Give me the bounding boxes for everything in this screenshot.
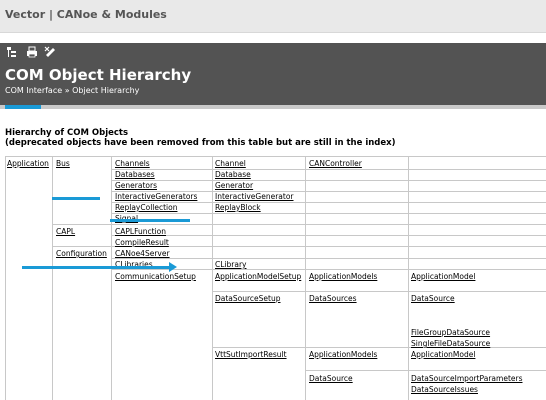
app-title: Vector | CANoe & Modules (5, 8, 167, 21)
table-row-divider (111, 258, 546, 259)
section-note: (deprecated objects have been removed fr… (5, 138, 396, 148)
link-application-model-setup[interactable]: ApplicationModelSetup (215, 272, 301, 281)
table-col-divider (305, 156, 306, 400)
link-channels[interactable]: Channels (115, 159, 150, 168)
link-application-model-2[interactable]: ApplicationModel (411, 350, 475, 359)
table-col-divider (52, 156, 53, 400)
table-row-divider (111, 180, 546, 181)
link-configuration[interactable]: Configuration (56, 249, 107, 258)
print-icon[interactable] (26, 46, 38, 58)
header-accent (5, 105, 41, 109)
link-application-models[interactable]: ApplicationModels (309, 272, 377, 281)
table-border-top (5, 156, 546, 157)
link-communication-setup[interactable]: CommunicationSetup (115, 272, 196, 281)
section-heading: Hierarchy of COM Objects (5, 128, 129, 138)
breadcrumb[interactable]: COM Interface » Object Hierarchy (5, 86, 139, 95)
link-compile-result[interactable]: CompileResult (115, 238, 169, 247)
page-title: COM Object Hierarchy (5, 66, 192, 84)
link-application-model[interactable]: ApplicationModel (411, 272, 475, 281)
table-row-divider (212, 347, 546, 348)
link-interactive-generators[interactable]: InteractiveGenerators (115, 192, 197, 201)
table-row-divider (111, 235, 546, 236)
link-data-sources[interactable]: DataSources (309, 294, 357, 303)
link-vtt-sut-import-result[interactable]: VttSutImportResult (215, 350, 287, 359)
annotation-arrow-shaft (22, 266, 170, 269)
link-file-group-data-source[interactable]: FileGroupDataSource (411, 328, 490, 337)
link-clibrary[interactable]: CLibrary (215, 260, 246, 269)
hierarchy-icon[interactable] (6, 46, 18, 58)
link-single-file-data-source[interactable]: SingleFileDataSource (411, 339, 490, 348)
link-generator[interactable]: Generator (215, 181, 253, 190)
link-canoe4server[interactable]: CANoe4Server (115, 249, 170, 258)
table-col-divider (111, 156, 112, 400)
table-col-divider (212, 156, 213, 400)
link-application[interactable]: Application (7, 159, 49, 168)
link-replay-collection[interactable]: ReplayCollection (115, 203, 177, 212)
link-channel[interactable]: Channel (215, 159, 246, 168)
link-generators[interactable]: Generators (115, 181, 157, 190)
link-can-controller[interactable]: CANController (309, 159, 362, 168)
link-capl[interactable]: CAPL (56, 227, 75, 236)
link-databases[interactable]: Databases (115, 170, 155, 179)
edit-icon[interactable] (44, 46, 56, 58)
table-row-divider (52, 224, 546, 225)
table-col-divider (408, 156, 409, 400)
annotation-bar (52, 197, 100, 200)
link-capl-function[interactable]: CAPLFunction (115, 227, 166, 236)
link-data-source-issues[interactable]: DataSourceIssues (411, 385, 478, 394)
table-row-divider (111, 169, 546, 170)
app-titlebar: Vector | CANoe & Modules (0, 0, 546, 33)
table-col-divider (5, 156, 6, 400)
table-row-divider (305, 370, 546, 371)
link-data-source-2[interactable]: DataSource (309, 374, 353, 383)
link-bus[interactable]: Bus (56, 159, 70, 168)
link-data-source[interactable]: DataSource (411, 294, 455, 303)
header-divider (0, 105, 546, 109)
link-application-models-2[interactable]: ApplicationModels (309, 350, 377, 359)
table-row-divider (212, 291, 546, 292)
link-replay-block[interactable]: ReplayBlock (215, 203, 261, 212)
link-data-source-setup[interactable]: DataSourceSetup (215, 294, 281, 303)
link-data-source-import-parameters[interactable]: DataSourceImportParameters (411, 374, 523, 383)
link-interactive-generator[interactable]: InteractiveGenerator (215, 192, 294, 201)
annotation-arrow-head (169, 262, 177, 272)
link-database[interactable]: Database (215, 170, 251, 179)
annotation-bar (110, 219, 190, 222)
table-row-divider (111, 213, 546, 214)
